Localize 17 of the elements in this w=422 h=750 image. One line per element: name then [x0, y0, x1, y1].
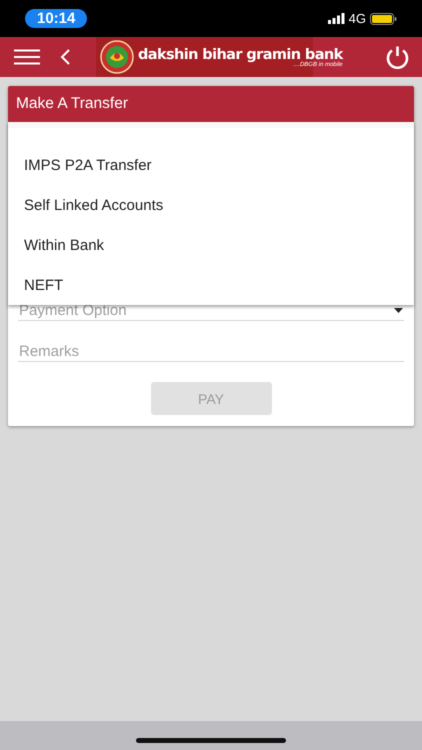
- back-button[interactable]: [60, 49, 70, 65]
- back-icon: [60, 49, 70, 65]
- dropdown-option[interactable]: Within Bank: [8, 225, 414, 265]
- dropdown-caret-icon: [394, 308, 403, 312]
- emblem-icon: [100, 40, 134, 74]
- card-title: Make A Transfer: [8, 86, 414, 122]
- menu-icon: [14, 49, 40, 65]
- status-time: 10:14: [25, 9, 88, 28]
- battery-icon: [370, 12, 397, 24]
- dropdown-option[interactable]: Self Linked Accounts: [8, 185, 414, 225]
- dropdown-option[interactable]: IMPS P2A Transfer: [8, 145, 414, 185]
- bank-name: dakshin bihar gramin bank: [138, 46, 343, 62]
- power-button[interactable]: [385, 44, 410, 70]
- menu-button[interactable]: [14, 49, 40, 65]
- network-type: 4G: [348, 11, 366, 26]
- power-icon: [385, 44, 410, 70]
- signal-icon: [328, 13, 345, 24]
